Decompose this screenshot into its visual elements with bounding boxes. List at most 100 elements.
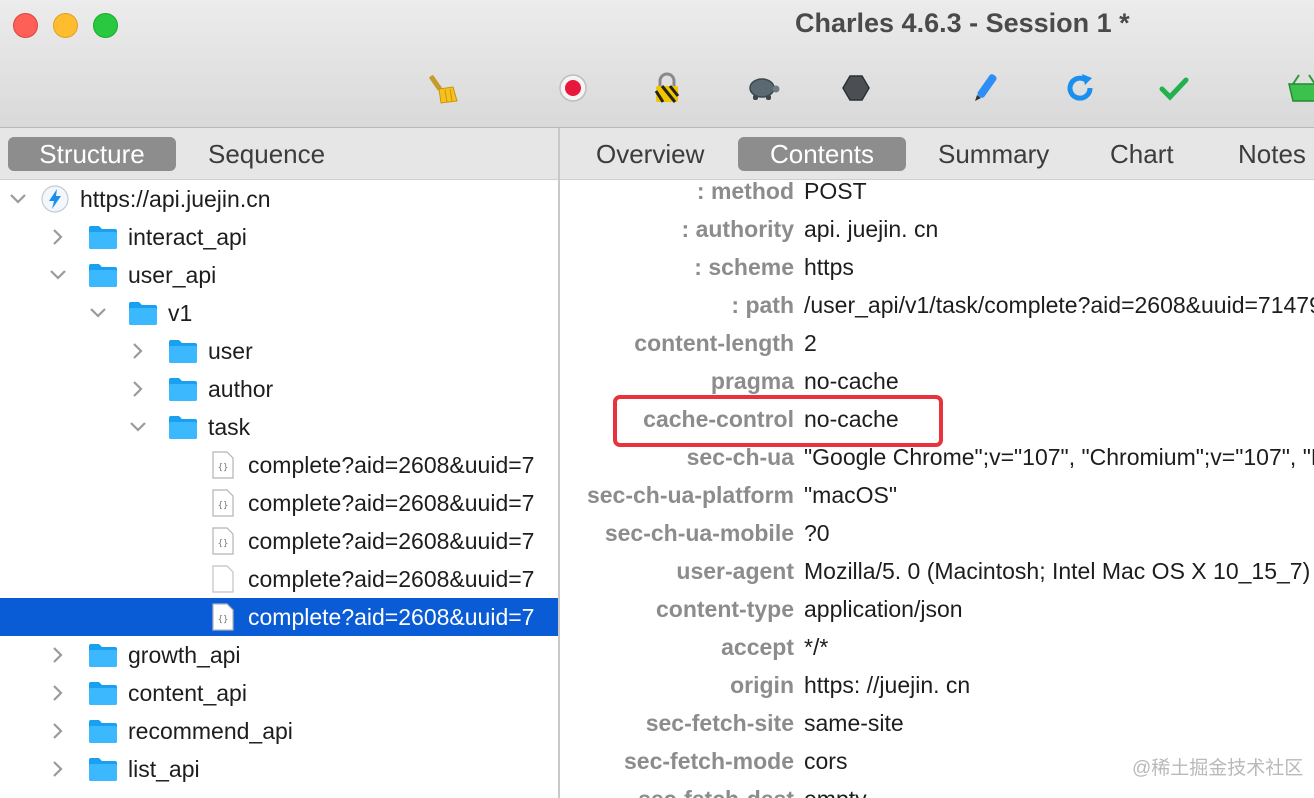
tree-node-label: recommend_api (128, 717, 293, 744)
header-name: pragma (710, 368, 794, 394)
tab-structure[interactable]: Structure (8, 137, 176, 171)
tree-folder-row[interactable]: task (0, 408, 558, 446)
tab-notes[interactable]: Notes (1216, 137, 1314, 171)
tree-toggle[interactable] (48, 683, 68, 703)
breakpoints-button[interactable] (836, 68, 876, 108)
tree-node-label: complete?aid=2608&uuid=7 (248, 527, 535, 554)
header-row[interactable]: sec-fetch-dest empty (560, 782, 1314, 798)
tree-folder-row[interactable]: content_api (0, 674, 558, 712)
chevron-down-toggle[interactable] (8, 189, 28, 209)
compose-button[interactable] (966, 68, 1006, 108)
header-value: "Google Chrome";v="107", "Chromium";v="1… (804, 444, 1314, 470)
svg-text:{}: {} (218, 539, 229, 549)
tree-request-row[interactable]: {} complete?aid=2608&uuid=7 (0, 484, 558, 522)
tree-request-row[interactable]: {} complete?aid=2608&uuid=7 (0, 522, 558, 560)
header-row[interactable]: user-agent Mozilla/5. 0 (Macintosh; Intel… (560, 554, 1314, 592)
tab-contents[interactable]: Contents (738, 137, 906, 171)
json-file-icon: {} (212, 527, 234, 555)
tree-request-row[interactable]: {} complete?aid=2608&uuid=7 (0, 446, 558, 484)
tree-node-label: complete?aid=2608&uuid=7 (248, 603, 535, 630)
header-name: sec-fetch-mode (624, 748, 794, 774)
header-value: application/json (804, 596, 963, 622)
tree-folder-row[interactable]: author (0, 370, 558, 408)
header-value: same-site (804, 710, 904, 736)
tree-node-icon (208, 565, 238, 593)
ssl-lock-icon (654, 72, 680, 103)
tree-toggle[interactable] (48, 759, 68, 779)
cache-control-highlight (613, 395, 943, 447)
minimize-window-button[interactable] (53, 13, 78, 38)
tree-toggle[interactable] (128, 379, 148, 399)
header-name: content-type (656, 596, 794, 622)
tree-toggle[interactable] (128, 341, 148, 361)
tree-toggle[interactable] (48, 265, 68, 285)
tree-node-icon (128, 299, 158, 327)
ssl-proxying-button[interactable] (647, 68, 687, 108)
tree-toggle[interactable] (48, 227, 68, 247)
tree-toggle[interactable] (48, 645, 68, 665)
throttle-button[interactable] (742, 68, 782, 108)
tree-node-icon: {} (208, 603, 238, 631)
tree-node-icon (168, 337, 198, 365)
title-bar: Charles 4.6.3 - Session 1 * (0, 0, 1314, 128)
window-title: Charles 4.6.3 - Session 1 * (795, 8, 1130, 38)
tree-node-icon: {} (208, 489, 238, 517)
tree-folder-row[interactable]: recommend_api (0, 712, 558, 750)
tree-node-icon (88, 717, 118, 745)
tab-overview[interactable]: Overview (574, 137, 726, 171)
tree-toggle[interactable] (88, 303, 108, 323)
chevron-down-icon (130, 422, 146, 432)
tree-folder-row[interactable]: user_api (0, 256, 558, 294)
zoom-window-button[interactable] (93, 13, 118, 38)
tree-node-label: content_api (128, 679, 247, 706)
header-row[interactable]: : authority api. juejin. cn (560, 212, 1314, 250)
tree-toggle[interactable] (128, 417, 148, 437)
lightning-bolt-icon (41, 185, 69, 213)
tree-node-label: user (208, 337, 253, 364)
svg-text:{}: {} (218, 463, 229, 473)
tab-chart[interactable]: Chart (1088, 137, 1196, 171)
tree-host-row[interactable]: https://api.juejin.cn (0, 180, 558, 218)
repeat-button[interactable] (1060, 68, 1100, 108)
header-row[interactable]: content-length 2 (560, 326, 1314, 364)
clear-session-button[interactable] (424, 68, 464, 108)
tree-toggle[interactable] (48, 721, 68, 741)
validate-button[interactable] (1154, 68, 1194, 108)
record-button[interactable] (553, 68, 593, 108)
header-row[interactable]: accept */* (560, 630, 1314, 668)
tree-folder-row[interactable]: growth_api (0, 636, 558, 674)
folder-icon (89, 644, 117, 667)
tree-request-row[interactable]: {} complete?aid=2608&uuid=7 (0, 598, 558, 636)
header-value: https (804, 254, 854, 280)
tree-node-label: user_api (128, 261, 217, 288)
chevron-right-icon (133, 343, 143, 359)
file-icon (212, 565, 234, 593)
tree-request-row[interactable]: complete?aid=2608&uuid=7 (0, 560, 558, 598)
tab-sequence[interactable]: Sequence (186, 137, 347, 171)
header-row[interactable]: content-type application/json (560, 592, 1314, 630)
tree-node-label: complete?aid=2608&uuid=7 (248, 451, 535, 478)
record-icon (559, 74, 587, 102)
folder-icon (169, 378, 197, 401)
header-row[interactable]: : method POST (560, 174, 1314, 212)
tree-folder-row[interactable]: list_api (0, 750, 558, 788)
tree-node-icon (88, 641, 118, 669)
header-row[interactable]: sec-ch-ua-mobile ?0 (560, 516, 1314, 554)
header-value: https: //juejin. cn (804, 672, 971, 698)
header-row[interactable]: : path/user_api/v1/task/complete?aid=260… (560, 288, 1314, 326)
tools-button[interactable] (1284, 68, 1314, 108)
tree-node-icon (88, 223, 118, 251)
header-row[interactable]: sec-fetch-site same-site (560, 706, 1314, 744)
tree-folder-row[interactable]: v1 (0, 294, 558, 332)
close-window-button[interactable] (13, 13, 38, 38)
chevron-right-icon (133, 381, 143, 397)
tree-node-icon (88, 261, 118, 289)
structure-pane: Structure Sequence https://api.juejin.cn… (0, 128, 558, 798)
header-row[interactable]: : scheme https (560, 250, 1314, 288)
header-row[interactable]: sec-ch-ua-platform "macOS" (560, 478, 1314, 516)
tree-folder-row[interactable]: user (0, 332, 558, 370)
tab-summary[interactable]: Summary (916, 137, 1071, 171)
header-row[interactable]: origin https: //juejin. cn (560, 668, 1314, 706)
tree-folder-row[interactable]: interact_api (0, 218, 558, 256)
header-value: empty (804, 786, 867, 798)
